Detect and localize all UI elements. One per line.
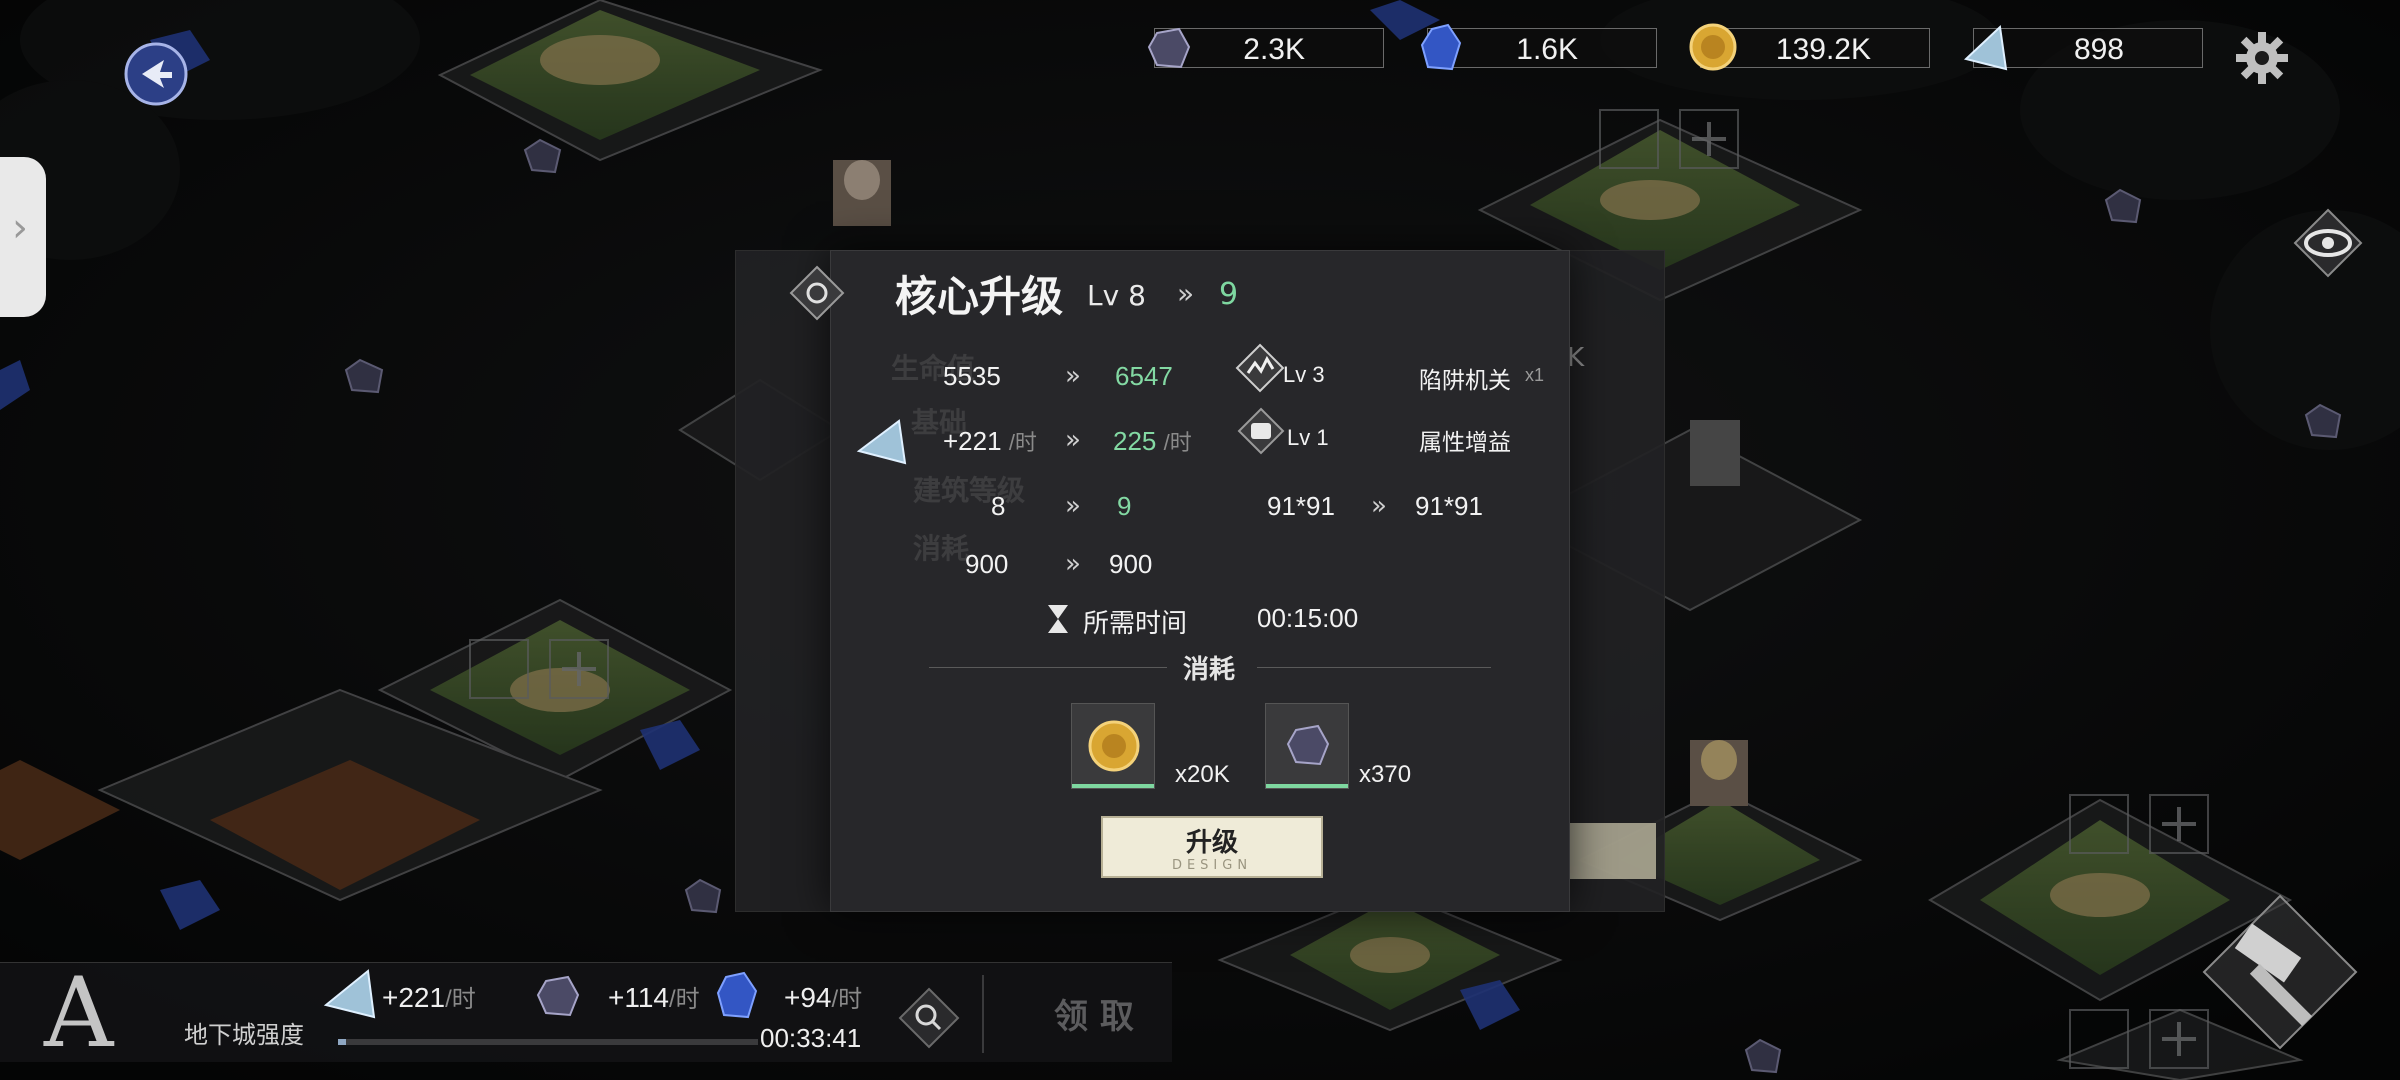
gold-coin-icon — [1088, 720, 1140, 772]
claim-divider — [982, 975, 984, 1053]
resource-blue-crystal[interactable]: 1.6K — [1420, 23, 1657, 71]
cost-item-ore[interactable] — [1265, 703, 1349, 789]
building-level-current: 8 — [991, 491, 1006, 521]
cost-item-bar — [1266, 784, 1348, 788]
hp-next: 6547 — [1115, 361, 1173, 391]
building-level-next: 9 — [1117, 491, 1132, 521]
resource-gold-value: 139.2K — [1775, 33, 1871, 66]
ghost-label-building-level: 建筑等级 — [913, 474, 1026, 507]
resource-shard-value: 898 — [2073, 33, 2124, 66]
zoom-search-icon[interactable] — [898, 987, 960, 1049]
divider-left — [929, 667, 1167, 668]
hp-arrow: » — [1065, 361, 1081, 391]
dungeon-progress-track — [338, 1039, 758, 1045]
back-arrow-icon[interactable] — [120, 38, 192, 110]
hammer-build-icon[interactable] — [2200, 892, 2360, 1052]
dungeon-strength-label: 地下城强度 — [184, 1021, 304, 1049]
eye-icon[interactable] — [2293, 208, 2363, 278]
hud-rate-crystal: +94/时 — [784, 982, 863, 1013]
attr-name: 属性增益 — [1419, 430, 1511, 456]
cost-item-gold[interactable] — [1071, 703, 1155, 789]
cost-title: 消耗 — [1183, 655, 1236, 685]
hourglass-icon — [1048, 605, 1068, 633]
dialog-title: 核心升级 — [895, 272, 1064, 321]
resource-gold[interactable]: 139.2K — [1689, 23, 1930, 71]
purple-ore-icon — [1286, 724, 1330, 766]
next-level: 9 — [1219, 277, 1239, 312]
ghost-label-cost: 消耗 — [913, 532, 970, 565]
attr-level: Lv 1 — [1287, 425, 1329, 450]
rank-letter: A — [44, 957, 114, 1069]
resource-purple-ore[interactable]: 2.3K — [1147, 27, 1384, 69]
trap-name: 陷阱机关 — [1419, 368, 1511, 394]
upgrade-button-sublabel: DESIGN — [1171, 858, 1253, 873]
resource-shard[interactable]: 898 — [1963, 24, 2203, 71]
trap-level: Lv 3 — [1283, 362, 1325, 387]
purple-ore-icon — [1147, 27, 1191, 69]
upgrade-button-label: 升级 — [1185, 828, 1238, 858]
cost-current: 900 — [965, 549, 1009, 579]
level-arrow: » — [1177, 277, 1195, 310]
shard-icon — [323, 969, 376, 1019]
blue-crystal-icon — [716, 971, 758, 1019]
fist-icon — [1237, 407, 1285, 455]
side-drawer-tab[interactable]: › — [0, 157, 46, 317]
dungeon-status-bar: A 地下城强度 +221/时 +114/时 +94/时 00:33:41 领 取 — [0, 957, 1172, 1069]
time-value: 00:15:00 — [1257, 603, 1359, 633]
rate-next: 225 /时 — [1113, 426, 1192, 456]
dungeon-progress-fill — [338, 1039, 347, 1045]
cost-gold-qty: x20K — [1175, 761, 1230, 788]
current-level: Lv 8 — [1087, 279, 1146, 312]
trap-icon — [1235, 343, 1285, 393]
claim-button[interactable]: 领 取 — [1054, 989, 1134, 1038]
settings-gear-icon[interactable] — [2232, 28, 2292, 88]
divider-right — [1257, 667, 1491, 668]
purple-ore-icon — [536, 975, 580, 1017]
cost-ore-qty: x370 — [1359, 761, 1412, 788]
hp-current: 5535 — [943, 361, 1001, 391]
resource-blue-crystal-value: 1.6K — [1516, 33, 1578, 66]
trap-count: x1 — [1525, 365, 1545, 385]
cost-next: 900 — [1109, 549, 1153, 579]
gold-coin-icon — [1689, 23, 1737, 71]
building-level-arrow: » — [1065, 491, 1081, 521]
core-icon — [789, 265, 845, 321]
claim-timer: 00:33:41 — [760, 1023, 862, 1053]
map-size-current: 91*91 — [1267, 491, 1335, 521]
time-label: 所需时间 — [1083, 609, 1188, 639]
hud-rate-shard: +221/时 — [382, 982, 476, 1013]
shard-icon — [856, 419, 907, 465]
rate-current: +221 /时 — [943, 426, 1037, 456]
map-size-next: 91*91 — [1415, 491, 1483, 521]
cost-item-bar — [1072, 784, 1154, 788]
hud-rate-ore: +114/时 — [608, 982, 700, 1013]
cost-arrow: » — [1065, 549, 1081, 579]
upgrade-button[interactable]: 升级 DESIGN — [1101, 816, 1323, 878]
rate-arrow: » — [1065, 425, 1081, 455]
chevron-right-icon: › — [12, 205, 28, 251]
resource-purple-ore-value: 2.3K — [1243, 33, 1305, 66]
shard-icon — [1963, 24, 2008, 71]
map-size-arrow: » — [1371, 491, 1387, 521]
core-upgrade-dialog: 生命值 基础 建筑等级 消耗 核心升级 Lv 8 » 9 5535 » 6547… — [789, 250, 1570, 912]
blue-crystal-icon — [1420, 23, 1462, 71]
